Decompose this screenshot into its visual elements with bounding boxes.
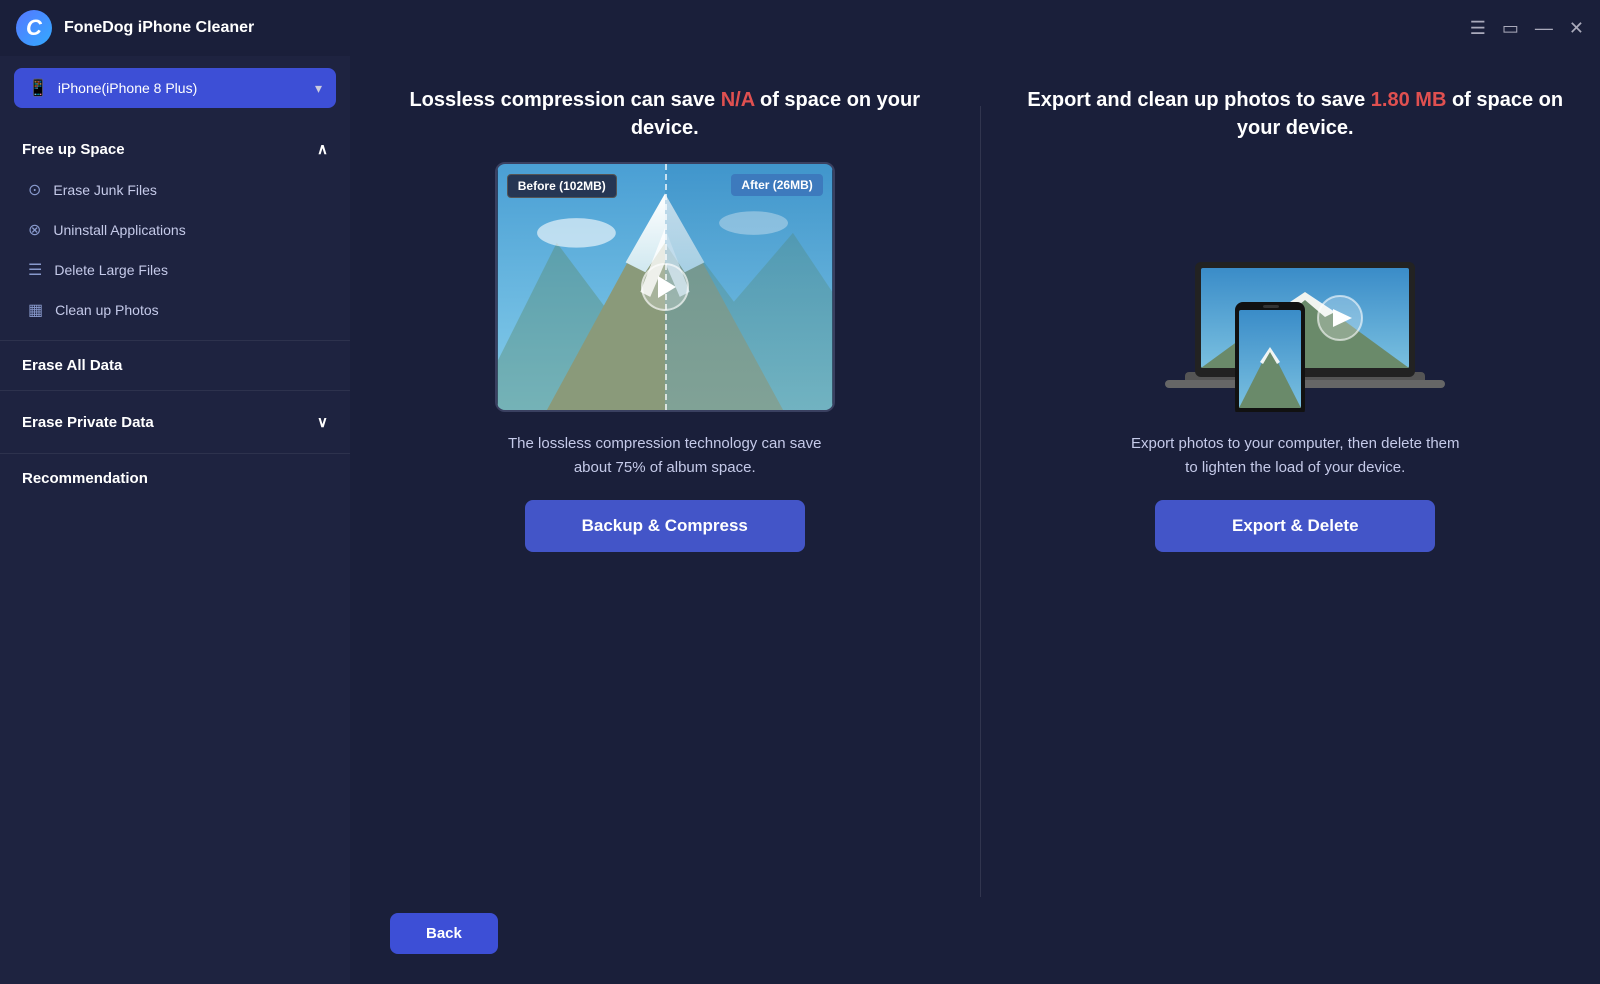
section-header-erase-private[interactable]: Erase Private Data ∨ xyxy=(0,401,350,443)
compress-card-title: Lossless compression can save N/A of spa… xyxy=(390,86,940,142)
section-title-erase-private: Erase Private Data xyxy=(22,414,154,431)
clean-photos-icon: ▦ xyxy=(28,300,43,320)
before-label: Before (102MB) xyxy=(507,174,617,198)
sidebar-item-erase-junk[interactable]: ⊙ Erase Junk Files xyxy=(0,170,350,210)
bottom-bar: Back xyxy=(390,897,1570,954)
sidebar-item-delete-large[interactable]: ☰ Delete Large Files xyxy=(0,250,350,290)
divider-1 xyxy=(0,340,350,341)
sidebar-item-clean-photos[interactable]: ▦ Clean up Photos xyxy=(0,290,350,330)
app-logo: C xyxy=(16,10,52,46)
card-divider xyxy=(980,106,981,897)
title-bar: C FoneDog iPhone Cleaner ☰ ▭ — ✕ xyxy=(0,0,1600,56)
title-bar-controls: ☰ ▭ — ✕ xyxy=(1470,18,1584,39)
clean-photos-label: Clean up Photos xyxy=(55,302,159,318)
device-label: iPhone(iPhone 8 Plus) xyxy=(58,80,197,96)
after-label: After (26MB) xyxy=(731,174,822,196)
section-title-free-space: Free up Space xyxy=(22,141,125,158)
close-icon[interactable]: ✕ xyxy=(1569,18,1584,39)
compress-card: Lossless compression can save N/A of spa… xyxy=(390,86,940,552)
divider-3 xyxy=(0,453,350,454)
uninstall-apps-label: Uninstall Applications xyxy=(53,222,185,238)
uninstall-apps-icon: ⊗ xyxy=(28,220,41,240)
section-header-free-space[interactable]: Free up Space ∧ xyxy=(0,128,350,170)
erase-junk-label: Erase Junk Files xyxy=(53,182,156,198)
compress-image-inner: Before (102MB) After (26MB) xyxy=(497,164,833,410)
recommendation-label: Recommendation xyxy=(22,470,148,487)
compress-highlight: N/A xyxy=(721,89,755,111)
export-delete-button[interactable]: Export & Delete xyxy=(1155,500,1435,552)
title-bar-left: C FoneDog iPhone Cleaner xyxy=(16,10,254,46)
app-title: FoneDog iPhone Cleaner xyxy=(64,19,254,37)
chat-icon[interactable]: ▭ xyxy=(1502,18,1519,39)
divider-2 xyxy=(0,390,350,391)
compress-description: The lossless compression technology can … xyxy=(495,432,835,480)
erase-all-label: Erase All Data xyxy=(22,357,122,374)
export-device-svg xyxy=(1105,162,1485,412)
sidebar: 📱 iPhone(iPhone 8 Plus) ▾ Free up Space … xyxy=(0,56,350,984)
erase-junk-icon: ⊙ xyxy=(28,180,41,200)
main-layout: 📱 iPhone(iPhone 8 Plus) ▾ Free up Space … xyxy=(0,56,1600,984)
device-icon: 📱 xyxy=(28,78,48,98)
cards-row: Lossless compression can save N/A of spa… xyxy=(390,86,1570,897)
delete-large-label: Delete Large Files xyxy=(54,262,168,278)
device-selector[interactable]: 📱 iPhone(iPhone 8 Plus) ▾ xyxy=(14,68,336,108)
sidebar-item-recommendation[interactable]: Recommendation xyxy=(0,456,350,501)
chevron-down-icon: ▾ xyxy=(315,80,322,97)
device-selector-left: 📱 iPhone(iPhone 8 Plus) xyxy=(28,78,197,98)
play-button[interactable] xyxy=(641,263,689,311)
collapse-icon-free-space: ∧ xyxy=(317,140,328,158)
compress-image: Before (102MB) After (26MB) xyxy=(495,162,835,412)
sidebar-item-erase-all[interactable]: Erase All Data xyxy=(0,343,350,388)
export-card: Export and clean up photos to save 1.80 … xyxy=(1021,86,1571,552)
export-image xyxy=(1105,162,1485,412)
menu-icon[interactable]: ☰ xyxy=(1470,18,1486,39)
section-erase-private: Erase Private Data ∨ xyxy=(0,393,350,451)
export-card-title: Export and clean up photos to save 1.80 … xyxy=(1021,86,1571,142)
back-button[interactable]: Back xyxy=(390,913,498,954)
backup-compress-button[interactable]: Backup & Compress xyxy=(525,500,805,552)
sidebar-item-uninstall-apps[interactable]: ⊗ Uninstall Applications xyxy=(0,210,350,250)
export-description: Export photos to your computer, then del… xyxy=(1125,432,1465,480)
delete-large-icon: ☰ xyxy=(28,260,42,280)
section-free-space: Free up Space ∧ ⊙ Erase Junk Files ⊗ Uni… xyxy=(0,120,350,338)
content-area: Lossless compression can save N/A of spa… xyxy=(350,56,1600,984)
export-highlight: 1.80 MB xyxy=(1371,89,1447,111)
minimize-icon[interactable]: — xyxy=(1535,18,1553,39)
collapse-icon-erase-private: ∨ xyxy=(317,413,328,431)
